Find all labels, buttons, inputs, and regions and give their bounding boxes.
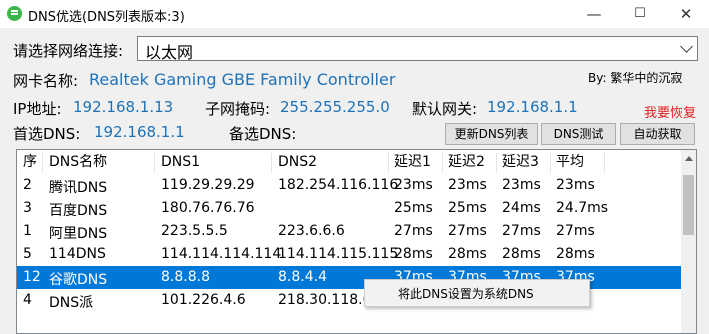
scroll-thumb[interactable]: [683, 175, 694, 235]
secondary-dns-label: 备选DNS:: [229, 125, 297, 143]
cell-delay1: 25ms: [394, 200, 433, 216]
chevron-down-icon: [680, 40, 693, 53]
scroll-up-arrow-icon[interactable]: [685, 156, 693, 161]
gateway-label: 默认网关:: [412, 100, 478, 118]
cell-dns2: 114.114.115.115: [278, 246, 399, 262]
cell-dns1: 119.29.29.29: [161, 177, 255, 193]
col-header-name[interactable]: DNS名称: [43, 153, 155, 173]
cell-dns2: 223.6.6.6: [278, 223, 345, 239]
cell-name: 114DNS: [49, 246, 106, 262]
cell-dns1: 8.8.8.8: [161, 269, 210, 285]
cell-name: 腾讯DNS: [49, 180, 108, 196]
primary-dns-label: 首选DNS:: [13, 125, 81, 143]
restore-link[interactable]: 我要恢复: [644, 102, 696, 121]
gateway-value: 192.168.1.1: [487, 98, 578, 116]
app-icon: [7, 6, 22, 21]
col-header-dns2[interactable]: DNS2: [272, 153, 389, 173]
cell-index: 2: [23, 177, 32, 193]
cell-average: 27ms: [556, 223, 595, 239]
cell-index: 4: [23, 292, 32, 308]
col-header-delay3[interactable]: 延迟3: [497, 153, 551, 173]
close-button[interactable]: ✕: [663, 0, 709, 28]
cell-index: 1: [23, 223, 32, 239]
ip-label: IP地址:: [13, 100, 62, 118]
network-connection-value: 以太网: [145, 43, 194, 62]
auto-obtain-button[interactable]: 自动获取: [620, 123, 695, 145]
subnet-mask-label: 子网掩码:: [205, 100, 271, 118]
context-menu-set-system-dns[interactable]: 将此DNS设置为系统DNS: [398, 285, 534, 302]
table-header: 序 DNS名称 DNS1 DNS2 延迟1 延迟2 延迟3 平均: [17, 150, 682, 174]
cell-dns2: 182.254.116.116: [278, 177, 399, 193]
primary-dns-value: 192.168.1.1: [94, 123, 185, 141]
cell-dns1: 114.114.114.114: [161, 246, 282, 262]
window-title: DNS优选(DNS列表版本:3): [28, 10, 185, 25]
cell-name: 阿里DNS: [49, 226, 108, 242]
cell-delay1: 23ms: [394, 177, 433, 193]
update-dns-list-button[interactable]: 更新DNS列表: [445, 123, 538, 145]
cell-dns1: 101.226.4.6: [161, 292, 246, 308]
cell-delay2: 27ms: [448, 223, 487, 239]
cell-delay3: 27ms: [502, 223, 541, 239]
cell-dns2: 8.8.4.4: [278, 269, 327, 285]
col-header-dns1[interactable]: DNS1: [155, 153, 272, 173]
cell-name: DNS派: [49, 295, 94, 311]
context-menu: 将此DNS设置为系统DNS: [364, 279, 590, 307]
table-row[interactable]: 2 腾讯DNS 119.29.29.29 182.254.116.116 23ms 23m…: [17, 174, 682, 197]
cell-delay3: 24ms: [502, 200, 541, 216]
cell-dns1: 223.5.5.5: [161, 223, 228, 239]
cell-index: 12: [23, 269, 41, 285]
cell-delay1: 28ms: [394, 246, 433, 262]
adapter-label: 网卡名称:: [13, 72, 79, 90]
subnet-mask-value: 255.255.255.0: [280, 98, 390, 116]
cell-delay2: 25ms: [448, 200, 487, 216]
table-row[interactable]: 5 114DNS 114.114.114.114 114.114.115.115 28m…: [17, 243, 682, 266]
dns-table[interactable]: 序 DNS名称 DNS1 DNS2 延迟1 延迟2 延迟3 平均 2 腾讯DNS 1…: [16, 149, 697, 334]
author-credit: By: 繁华中的沉寂: [588, 71, 683, 85]
vertical-scrollbar[interactable]: [681, 150, 696, 333]
cell-name: 谷歌DNS: [49, 272, 108, 288]
col-header-delay2[interactable]: 延迟2: [443, 153, 497, 173]
cell-average: 28ms: [556, 246, 595, 262]
cell-delay3: 23ms: [502, 177, 541, 193]
network-select-label: 请选择网络连接:: [13, 42, 124, 60]
col-header-delay1[interactable]: 延迟1: [389, 153, 443, 173]
cell-delay2: 28ms: [448, 246, 487, 262]
main-content: 请选择网络连接: 以太网 网卡名称: Realtek Gaming GBE Fa…: [0, 28, 709, 334]
cell-index: 3: [23, 200, 32, 216]
cell-delay3: 28ms: [502, 246, 541, 262]
title-bar: DNS优选(DNS列表版本:3) — ☐ ✕: [0, 0, 709, 28]
table-row[interactable]: 1 阿里DNS 223.5.5.5 223.6.6.6 27ms 27ms 27ms 27ms: [17, 220, 682, 243]
table-row[interactable]: 3 百度DNS 180.76.76.76 25ms 25ms 24ms 24.7ms: [17, 197, 682, 220]
ip-value: 192.168.1.13: [73, 98, 174, 116]
dns-test-button[interactable]: DNS测试: [541, 123, 616, 145]
minimize-button[interactable]: —: [571, 0, 617, 28]
cell-delay1: 27ms: [394, 223, 433, 239]
maximize-button[interactable]: ☐: [617, 0, 663, 28]
cell-index: 5: [23, 246, 32, 262]
cell-dns1: 180.76.76.76: [161, 200, 255, 216]
network-connection-dropdown[interactable]: 以太网: [137, 36, 698, 62]
cell-delay2: 23ms: [448, 177, 487, 193]
cell-name: 百度DNS: [49, 203, 108, 219]
cell-dns2: 218.30.118.6: [278, 292, 372, 308]
col-header-index[interactable]: 序: [17, 153, 43, 173]
cell-average: 24.7ms: [556, 200, 609, 216]
adapter-value: Realtek Gaming GBE Family Controller: [89, 70, 396, 89]
col-header-average[interactable]: 平均: [551, 153, 605, 173]
cell-average: 23ms: [556, 177, 595, 193]
